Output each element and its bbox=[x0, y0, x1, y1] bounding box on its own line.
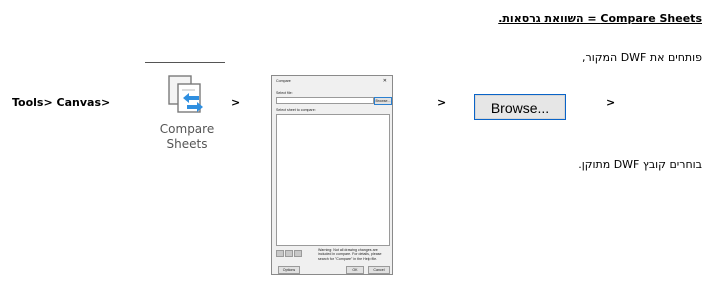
ribbon-divider bbox=[145, 62, 225, 63]
options-button[interactable]: Options bbox=[278, 266, 300, 274]
step-choose-revised-dwf: בוחרים קובץ DWF מתוקן. bbox=[578, 158, 702, 171]
arrow-1: > bbox=[231, 96, 241, 109]
compare-label-line1: Compare bbox=[159, 122, 215, 136]
arrow-2: > bbox=[437, 96, 447, 109]
close-icon[interactable]: ✕ bbox=[383, 78, 387, 84]
compare-sheets-icon bbox=[168, 75, 203, 113]
color-swatch-icon bbox=[294, 250, 302, 257]
compare-sheets-button[interactable]: Compare Sheets bbox=[150, 72, 224, 182]
ok-button[interactable]: OK bbox=[346, 266, 364, 274]
select-file-label: Select file: bbox=[276, 91, 293, 95]
dialog-warning: Warning: Not all drawing changes are inc… bbox=[318, 248, 382, 261]
arrow-3: > bbox=[606, 96, 616, 109]
dialog-title: Compare bbox=[276, 79, 291, 83]
step-open-source-dwf: פותחים את DWF המקור, bbox=[582, 51, 702, 64]
browse-button[interactable]: Browse... bbox=[474, 94, 566, 120]
dialog-browse-button[interactable]: Browse... bbox=[374, 97, 392, 105]
color-swatch-icon bbox=[285, 250, 293, 257]
cancel-button[interactable]: Cancel bbox=[368, 266, 390, 274]
color-swatch-icon bbox=[276, 250, 284, 257]
select-sheet-label: Select sheet to compare: bbox=[276, 108, 316, 112]
compare-dialog-thumbnail: Compare ✕ Select file: Browse... Select … bbox=[271, 75, 393, 275]
file-path-input[interactable] bbox=[276, 97, 374, 104]
menu-path: Tools> Canvas> bbox=[12, 96, 111, 109]
compare-label-line2: Sheets bbox=[166, 137, 208, 151]
page-heading: Compare Sheets = השוואת גרסאות. bbox=[498, 12, 702, 25]
sheet-list[interactable] bbox=[276, 114, 390, 246]
